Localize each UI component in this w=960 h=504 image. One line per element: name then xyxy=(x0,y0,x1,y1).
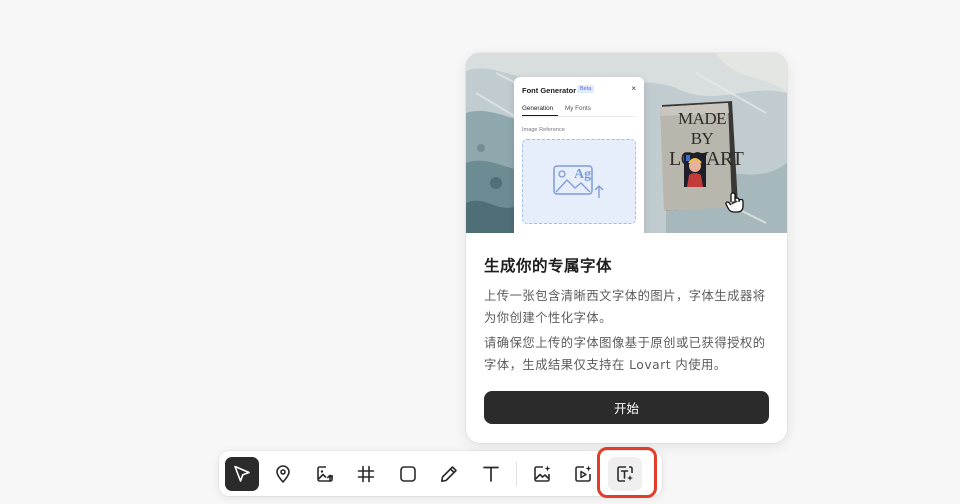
tool-image-generator[interactable] xyxy=(525,457,559,491)
book-portrait-image xyxy=(684,153,706,187)
panel-preview-title: Font Generator xyxy=(522,86,577,95)
font-generator-panel-preview: Font Generator Beta × Generation My Font… xyxy=(514,77,644,233)
close-icon: × xyxy=(631,84,636,93)
tab-my-fonts: My Fonts xyxy=(565,105,591,112)
tool-video-generator[interactable] xyxy=(566,457,600,491)
book-line-1: MADE BY xyxy=(677,109,727,148)
image-dropzone: Ag xyxy=(522,139,636,224)
tool-text[interactable] xyxy=(474,457,508,491)
hand-cursor-icon xyxy=(725,192,744,213)
cursor-arrow-icon xyxy=(234,465,250,482)
font-sparkle-icon xyxy=(617,466,633,482)
popover-description: 上传一张包含清晰西文字体的图片，字体生成器将为你创建个性化字体。 xyxy=(484,289,766,325)
location-pin-icon xyxy=(276,465,290,483)
popover-title: 生成你的专属字体 xyxy=(484,257,613,275)
toolbar-divider xyxy=(516,462,517,486)
tool-shape[interactable] xyxy=(391,457,425,491)
tool-mark[interactable] xyxy=(266,457,300,491)
image-sparkle-icon xyxy=(534,465,551,482)
tab-divider xyxy=(522,116,636,117)
rounded-square-icon xyxy=(400,466,416,482)
beta-badge: Beta xyxy=(577,85,595,93)
intro-banner-image: Font Generator Beta × Generation My Font… xyxy=(466,53,787,233)
active-tab-underline xyxy=(522,115,558,116)
tool-upload-image[interactable] xyxy=(308,457,342,491)
font-generator-intro-popover: Font Generator Beta × Generation My Font… xyxy=(466,53,787,443)
pencil-icon xyxy=(441,466,457,482)
image-reference-label: Image Reference xyxy=(522,127,565,133)
video-sparkle-icon xyxy=(575,465,592,482)
image-upload-icon: Ag xyxy=(553,165,604,198)
tool-frame[interactable] xyxy=(349,457,383,491)
tab-generation: Generation xyxy=(522,105,554,112)
ag-glyph: Ag xyxy=(574,167,591,182)
text-t-icon xyxy=(483,466,499,482)
start-button[interactable]: 开始 xyxy=(484,391,769,424)
popover-disclaimer: 请确保您上传的字体图像基于原创或已获得授权的字体，生成结果仅支持在 Lovart… xyxy=(484,336,766,372)
tool-pencil[interactable] xyxy=(432,457,466,491)
image-upload-icon xyxy=(317,466,333,482)
hash-frame-icon xyxy=(357,465,375,483)
tool-select[interactable] xyxy=(225,457,259,491)
bottom-toolbar xyxy=(219,451,662,496)
tool-font-generator[interactable] xyxy=(608,457,642,491)
